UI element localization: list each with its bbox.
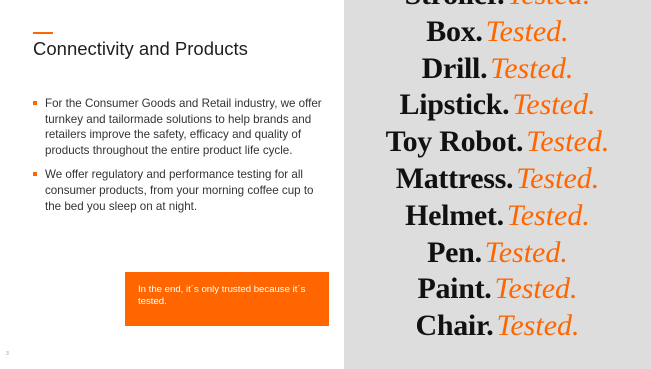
callout-text: In the end, it´s only trusted because it… bbox=[138, 284, 306, 307]
tested-suffix: Tested. bbox=[484, 235, 568, 269]
tested-suffix: Tested. bbox=[512, 88, 596, 122]
tested-suffix: Tested. bbox=[485, 14, 569, 48]
slide-title: Connectivity and Products bbox=[33, 38, 248, 59]
product-name: Mattress. bbox=[395, 161, 514, 195]
tested-line: Toy Robot. Tested. bbox=[344, 124, 651, 161]
product-name: Box. bbox=[426, 14, 483, 48]
tested-suffix: Tested. bbox=[516, 161, 600, 195]
product-name: Lipstick. bbox=[399, 88, 510, 122]
product-name: Paint. bbox=[417, 272, 492, 306]
product-name: Drill. bbox=[421, 51, 488, 85]
tested-suffix: Tested. bbox=[494, 272, 578, 306]
bullet-square-icon bbox=[33, 101, 37, 105]
tested-line: Box. Tested. bbox=[344, 14, 651, 51]
product-name: Stroller. bbox=[405, 0, 505, 11]
tested-suffix: Tested. bbox=[490, 51, 574, 85]
tested-suffix: Tested. bbox=[506, 198, 590, 232]
tested-line: Stroller.Tested. bbox=[344, 0, 651, 14]
product-name: Toy Robot. bbox=[385, 125, 524, 159]
tested-line: Drill. Tested. bbox=[344, 51, 651, 88]
tested-line: Mattress. Tested. bbox=[344, 161, 651, 198]
tested-panel: Stroller.Tested.Box.Tested.Drill.Tested.… bbox=[344, 0, 651, 369]
bullet-item: We offer regulatory and performance test… bbox=[33, 167, 323, 214]
product-name: Pen. bbox=[427, 235, 482, 269]
tested-suffix: Tested. bbox=[526, 125, 610, 159]
bullet-text: For the Consumer Goods and Retail indust… bbox=[45, 97, 322, 157]
product-name: Chair. bbox=[415, 309, 494, 343]
bullet-item: For the Consumer Goods and Retail indust… bbox=[33, 96, 323, 158]
title-accent-line bbox=[33, 32, 53, 34]
tested-line: Lipstick. Tested. bbox=[344, 87, 651, 124]
tested-suffix: Tested. bbox=[507, 0, 590, 11]
tested-line: Pen. Tested. bbox=[344, 235, 651, 272]
tested-line: Helmet. Tested. bbox=[344, 198, 651, 235]
bullet-text: We offer regulatory and performance test… bbox=[45, 168, 314, 213]
product-name: Helmet. bbox=[405, 198, 504, 232]
slide: Connectivity and Products For the Consum… bbox=[0, 0, 651, 369]
tested-list: Stroller.Tested.Box.Tested.Drill.Tested.… bbox=[344, 0, 651, 345]
bullet-list: For the Consumer Goods and Retail indust… bbox=[33, 96, 323, 223]
page-number: 3 bbox=[6, 351, 9, 357]
tested-line: Paint. Tested. bbox=[344, 271, 651, 308]
tested-line: Chair. Tested. bbox=[344, 308, 651, 345]
tested-suffix: Tested. bbox=[496, 309, 580, 343]
content-panel: Connectivity and Products For the Consum… bbox=[0, 0, 344, 369]
bullet-square-icon bbox=[33, 172, 37, 177]
